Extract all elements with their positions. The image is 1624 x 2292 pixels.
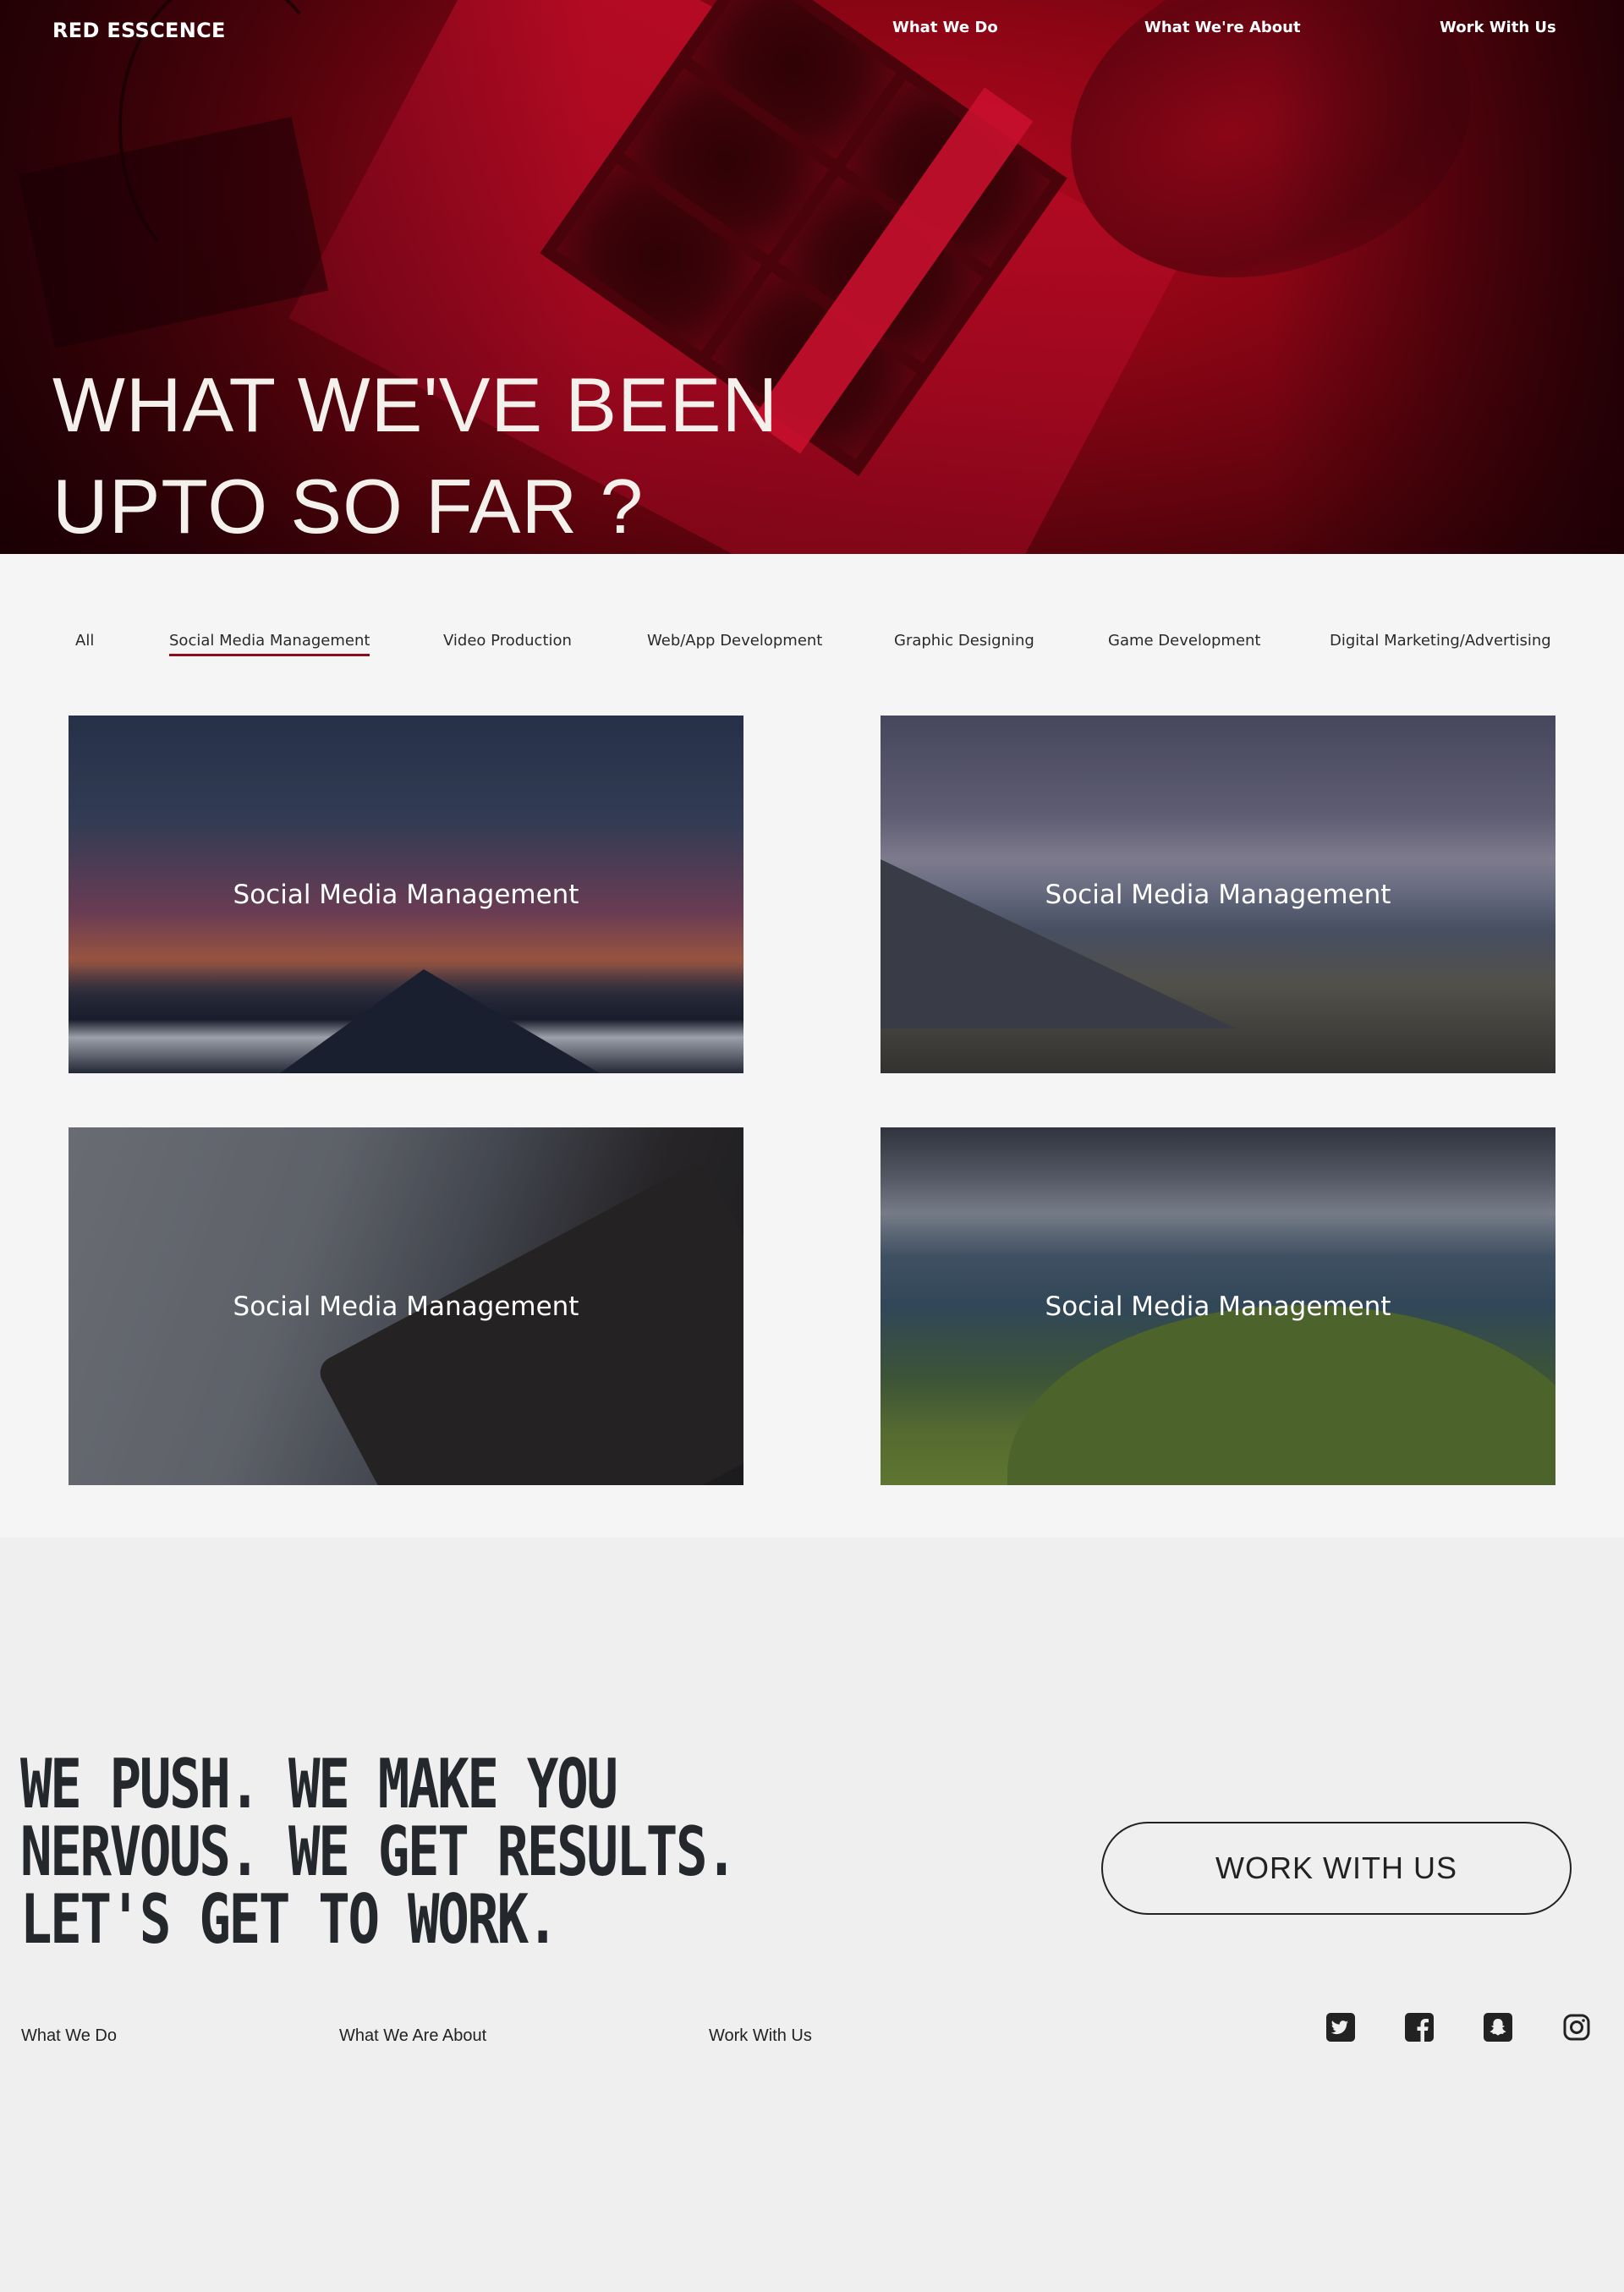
hero-shade-right	[1269, 0, 1624, 554]
portfolio-tile[interactable]: Social Media Management	[881, 1127, 1555, 1485]
twitter-icon[interactable]	[1326, 2013, 1355, 2042]
filter-game-development[interactable]: Game Development	[1108, 632, 1260, 650]
portfolio-tile[interactable]: Social Media Management	[69, 716, 743, 1073]
snapchat-icon[interactable]	[1484, 2013, 1512, 2042]
tile-label: Social Media Management	[233, 879, 579, 910]
cta-line-3: LET'S GET TO WORK.	[20, 1880, 558, 1959]
portfolio-section: All Social Media Management Video Produc…	[0, 554, 1624, 1538]
nav-what-were-about[interactable]: What We're About	[1144, 19, 1301, 36]
instagram-icon[interactable]	[1562, 2013, 1591, 2042]
page-title-line-2: UPTO SO FAR ?	[52, 464, 645, 550]
facebook-icon[interactable]	[1405, 2013, 1434, 2042]
nav-work-with-us[interactable]: Work With Us	[1440, 19, 1556, 36]
footer-link-what-we-do[interactable]: What We Do	[21, 2026, 117, 2046]
footer-link-work-with-us[interactable]: Work With Us	[709, 2026, 812, 2046]
tile-label: Social Media Management	[1045, 1291, 1391, 1322]
filter-web-app-development[interactable]: Web/App Development	[647, 632, 822, 650]
footer-link-what-we-are-about[interactable]: What We Are About	[339, 2026, 486, 2046]
footer-cta-heading: WE PUSH. WE MAKE YOU NERVOUS. WE GET RES…	[20, 1745, 738, 1959]
hero-banner: RED ESSCENCE What We Do What We're About…	[0, 0, 1624, 554]
page-title: WHAT WE'VE BEEN UPTO SO FAR ?	[52, 355, 778, 554]
filter-graphic-designing[interactable]: Graphic Designing	[894, 632, 1034, 650]
portfolio-tile[interactable]: Social Media Management	[69, 1127, 743, 1485]
filter-all[interactable]: All	[75, 632, 94, 650]
portfolio-tile[interactable]: Social Media Management	[881, 716, 1555, 1073]
cta-line-2: NERVOUS. WE GET RESULTS.	[20, 1812, 738, 1891]
page-title-line-1: WHAT WE'VE BEEN	[52, 363, 779, 448]
cta-line-1: WE PUSH. WE MAKE YOU	[20, 1745, 618, 1823]
nav-what-we-do[interactable]: What We Do	[892, 19, 998, 36]
filter-digital-marketing-advertising[interactable]: Digital Marketing/Advertising	[1330, 632, 1551, 650]
tile-label: Social Media Management	[233, 1291, 579, 1322]
filter-video-production[interactable]: Video Production	[443, 632, 572, 650]
work-with-us-button[interactable]: WORK WITH US	[1101, 1822, 1572, 1915]
filter-social-media-management[interactable]: Social Media Management	[169, 632, 370, 656]
tile-label: Social Media Management	[1045, 879, 1391, 910]
brand-logo[interactable]: RED ESSCENCE	[52, 19, 226, 42]
